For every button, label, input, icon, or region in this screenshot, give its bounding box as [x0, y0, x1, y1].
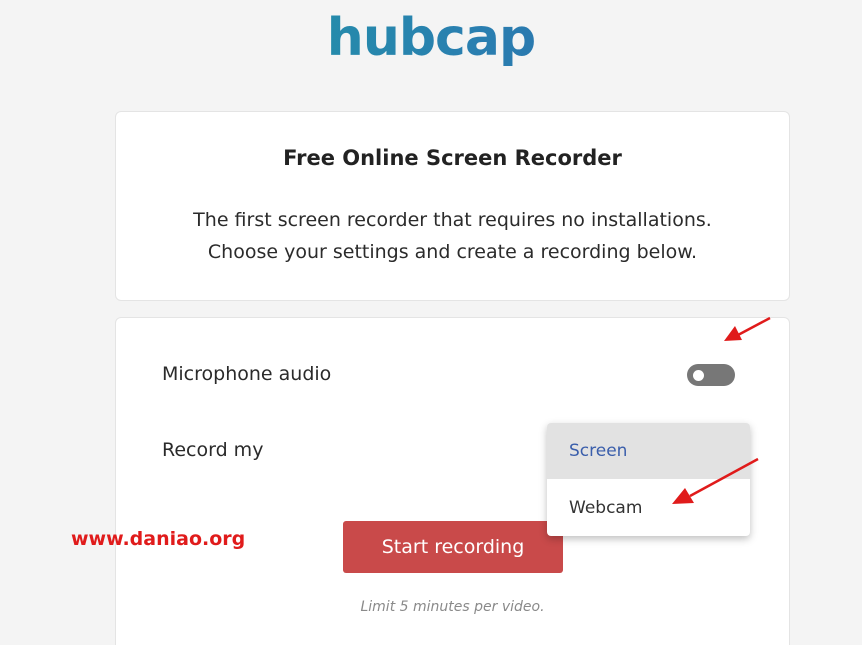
watermark-text: www.daniao.org	[71, 528, 246, 550]
intro-description-line-2: Choose your settings and create a record…	[207, 241, 698, 263]
microphone-audio-toggle[interactable]	[687, 364, 735, 386]
start-recording-button[interactable]: Start recording	[343, 521, 563, 573]
hubcap-logo[interactable]: hubcap	[0, 2, 862, 74]
record-option-webcam[interactable]: Webcam	[547, 480, 750, 536]
limit-note: Limit 5 minutes per video.	[360, 599, 545, 615]
record-option-screen[interactable]: Screen	[547, 423, 750, 479]
microphone-audio-label: Microphone audio	[162, 363, 332, 385]
page: hubcap Free Online Screen Recorder The f…	[0, 0, 862, 645]
intro-description-line-1: The first screen recorder that requires …	[193, 209, 712, 231]
record-source-dropdown[interactable]: Screen Webcam	[547, 423, 750, 536]
page-title: Free Online Screen Recorder	[283, 146, 622, 170]
intro-card: Free Online Screen Recorder The first sc…	[115, 111, 790, 301]
toggle-knob	[693, 370, 704, 381]
record-my-label: Record my	[162, 439, 264, 461]
